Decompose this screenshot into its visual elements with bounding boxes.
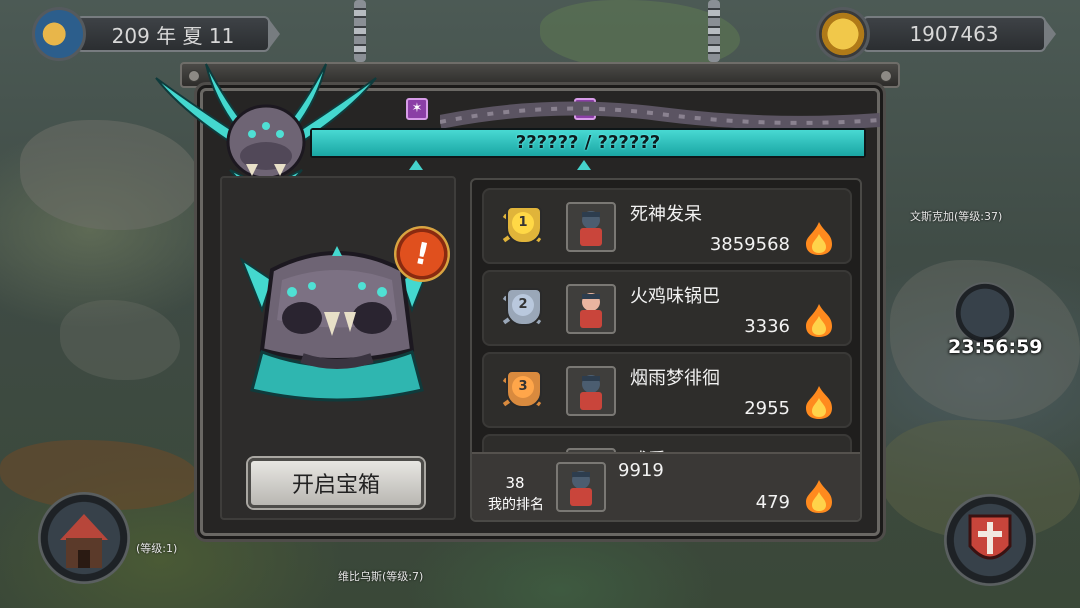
date-text: 209 年 夏 11 [111,23,235,48]
rank-number: 1 [512,212,534,234]
damage-flame-icon [806,480,832,513]
date-display: 209 年 夏 11 [76,16,280,52]
gold-amount: 1907463 [909,22,999,46]
player-avatar[interactable] [556,462,606,512]
gold-hud: 1907463 [816,7,1056,61]
sun-moon-icon[interactable] [32,7,86,61]
damage-flame-icon [806,304,832,337]
leaderboard-row[interactable]: 1 死神发呆 3859568 [482,188,852,264]
leaderboard-row[interactable]: 2 火鸡味锅巴 3336 [482,270,852,346]
date-hud: 209 年 夏 11 [32,7,280,61]
hp-marker-icon [409,160,423,170]
boss-timer: 23:56:59 [948,336,1043,358]
damage-score: 2955 [744,398,790,419]
gold-coin-icon[interactable] [816,7,870,61]
boss-hp-bar: ?????? / ?????? [310,128,866,158]
leaderboard-row[interactable]: 3 烟雨梦徘徊 2955 [482,352,852,428]
rank-medal-icon: 2 [498,284,546,332]
my-rank-label: 我的排名 [488,497,544,513]
player-name: 死神发呆 [630,204,702,225]
npc-label: 维比乌斯(等级:7) [338,570,424,583]
damage-score: 3859568 [709,234,790,255]
hanging-chain [354,0,366,62]
rank-medal-icon: 1 [498,202,546,250]
boss-tail-decoration [440,101,880,130]
my-rank-number: 38 [505,474,525,492]
rank-number: 3 [512,376,534,398]
my-damage-score: 479 [755,492,790,513]
npc-label: 文斯克加(等级:37) [910,210,1003,223]
boss-timer-portrait-icon[interactable] [954,282,1016,344]
player-avatar[interactable] [566,366,616,416]
damage-leaderboard[interactable]: 1死神发呆38595682火鸡味锅巴33363烟雨梦徘徊2955戒爱 38 我的… [470,178,862,522]
npc-label: (等级:1) [136,542,178,555]
battle-shield-button[interactable] [944,494,1036,586]
player-avatar[interactable] [566,284,616,334]
gold-display: 1907463 [862,16,1056,52]
damage-flame-icon [806,386,832,419]
damage-flame-icon [806,222,832,255]
boss-hp-text: ?????? / ?????? [515,132,661,153]
purple-buff-icon[interactable]: ✶ [406,98,428,120]
home-building-button[interactable] [38,492,130,584]
hp-marker-icon [577,160,591,170]
player-name: 火鸡味锅巴 [630,286,720,307]
rank-medal-icon: 3 [498,366,546,414]
damage-score: 3336 [744,316,790,337]
my-rank-row[interactable]: 38 我的排名 9919 479 [472,452,860,520]
open-chest-button[interactable]: 开启宝箱 [248,458,424,508]
player-name: 烟雨梦徘徊 [630,368,720,389]
player-avatar[interactable] [566,202,616,252]
open-chest-label: 开启宝箱 [291,473,380,498]
my-player-name: 9919 [618,460,664,481]
rank-number: 2 [512,294,534,316]
hanging-chain [708,0,720,62]
